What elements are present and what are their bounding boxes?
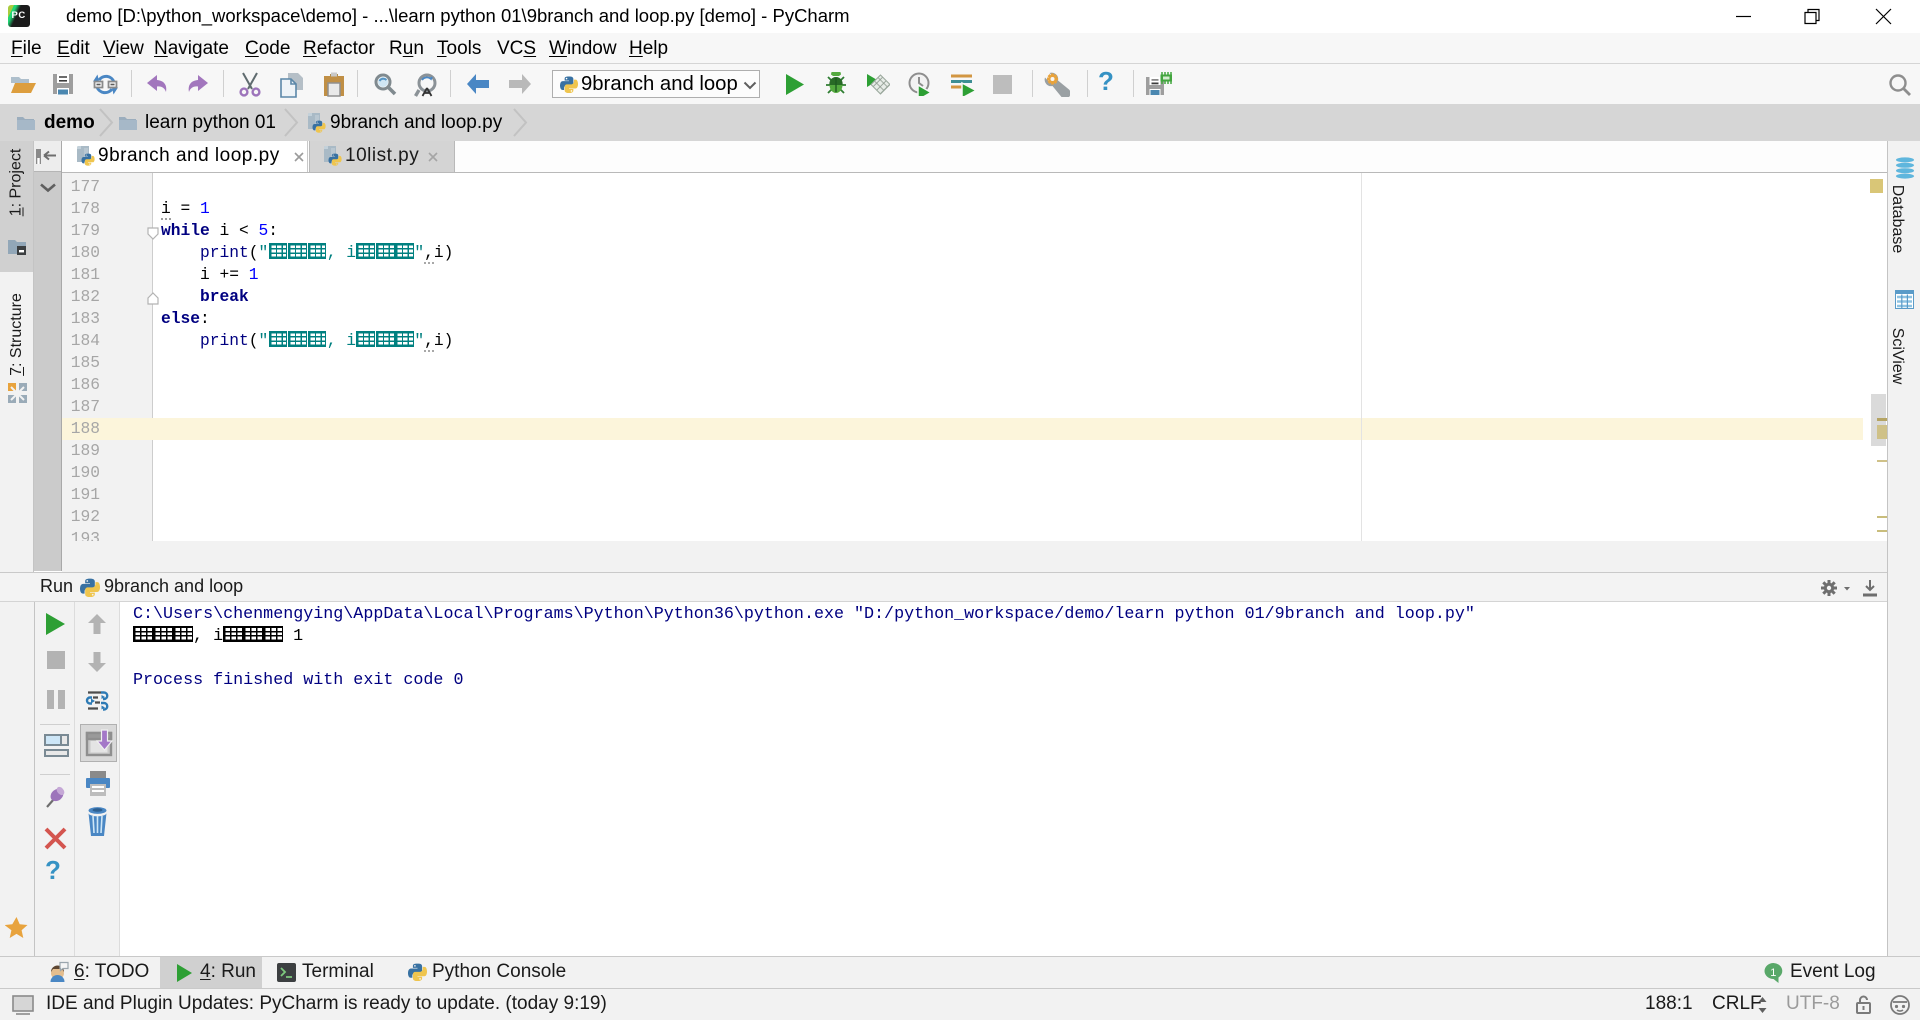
svg-text:1: 1 (1770, 967, 1776, 979)
